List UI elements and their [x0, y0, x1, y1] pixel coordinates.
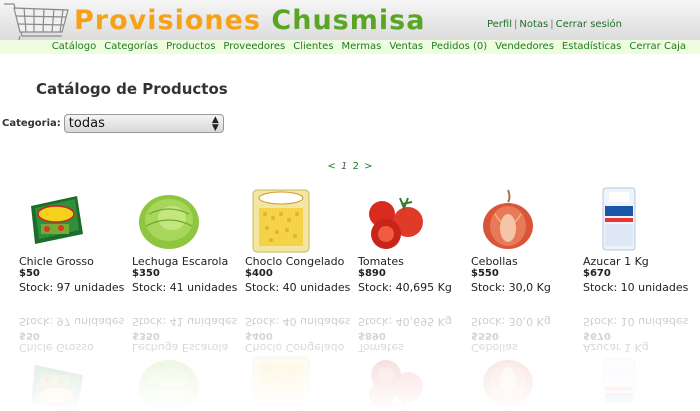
product-price: $400 [245, 268, 273, 279]
nav-item-catalogo[interactable]: Catálogo [52, 40, 97, 54]
reflection-fade [0, 289, 700, 411]
product-name: Lechuga Escarola [132, 255, 229, 268]
brand-logo[interactable]: Provisiones Chusmisa [74, 4, 425, 38]
brand-name-part2: Chusmisa [271, 5, 426, 36]
nav-item-ventas[interactable]: Ventas [389, 40, 423, 54]
pagination-page-1[interactable]: 1 [340, 161, 348, 172]
nav-item-pedidos[interactable]: Pedidos (0) [431, 40, 487, 54]
nav-item-categorias[interactable]: Categorías [104, 40, 158, 54]
gum-pack-image [31, 196, 83, 244]
header: Provisiones Chusmisa Perfil | Notas | Cerrar… [0, 0, 700, 53]
product-price: $550 [471, 268, 499, 279]
product-price: $890 [358, 268, 386, 279]
product-price: $670 [583, 268, 611, 279]
user-links: Perfil | Notas | Cerrar sesión [487, 19, 622, 30]
pagination-page-2[interactable]: 2 [352, 161, 360, 172]
page-title: Catálogo de Productos [36, 80, 228, 98]
category-filter: Categoria: todas ▲ ▼ [2, 114, 224, 133]
link-separator: | [550, 19, 554, 30]
pagination: < 1 2 > [0, 161, 700, 172]
category-select-value: todas [68, 116, 105, 131]
product-price: $50 [19, 268, 40, 279]
pagination-next[interactable]: > [363, 161, 373, 172]
lettuce-image [139, 195, 199, 249]
product-name: Choclo Congelado [245, 255, 345, 268]
notes-link[interactable]: Notas [519, 19, 548, 30]
main-nav: Catálogo Categorías Productos Proveedore… [0, 40, 700, 54]
product-name: Cebollas [471, 255, 518, 268]
frozen-corn-bag-image [252, 189, 310, 253]
product-name: Azucar 1 Kg [583, 255, 649, 268]
category-filter-label: Categoria: [2, 118, 61, 129]
product-name: Chicle Grosso [19, 255, 94, 268]
logout-link[interactable]: Cerrar sesión [556, 19, 622, 30]
nav-item-clientes[interactable]: Clientes [293, 40, 333, 54]
nav-item-cerrar-caja[interactable]: Cerrar Caja [629, 40, 686, 54]
sugar-bag-image [602, 187, 636, 251]
pagination-prev[interactable]: < [326, 161, 336, 172]
onion-image [483, 189, 533, 249]
profile-link[interactable]: Perfil [487, 19, 512, 30]
nav-item-productos[interactable]: Productos [166, 40, 215, 54]
nav-item-estadisticas[interactable]: Estadísticas [562, 40, 621, 54]
tomatoes-image [369, 197, 423, 249]
nav-item-vendedores[interactable]: Vendedores [495, 40, 554, 54]
product-price: $350 [132, 268, 160, 279]
product-name: Tomates [358, 255, 404, 268]
category-select[interactable]: todas ▲ ▼ [63, 114, 224, 133]
nav-item-mermas[interactable]: Mermas [342, 40, 382, 54]
nav-item-proveedores[interactable]: Proveedores [223, 40, 285, 54]
brand-name-part1: Provisiones [74, 5, 261, 36]
select-arrows-icon: ▲ ▼ [211, 115, 219, 133]
product-grid-reflection: Chicle Grosso $50 Stock: 97 unidades Lec… [0, 289, 700, 411]
